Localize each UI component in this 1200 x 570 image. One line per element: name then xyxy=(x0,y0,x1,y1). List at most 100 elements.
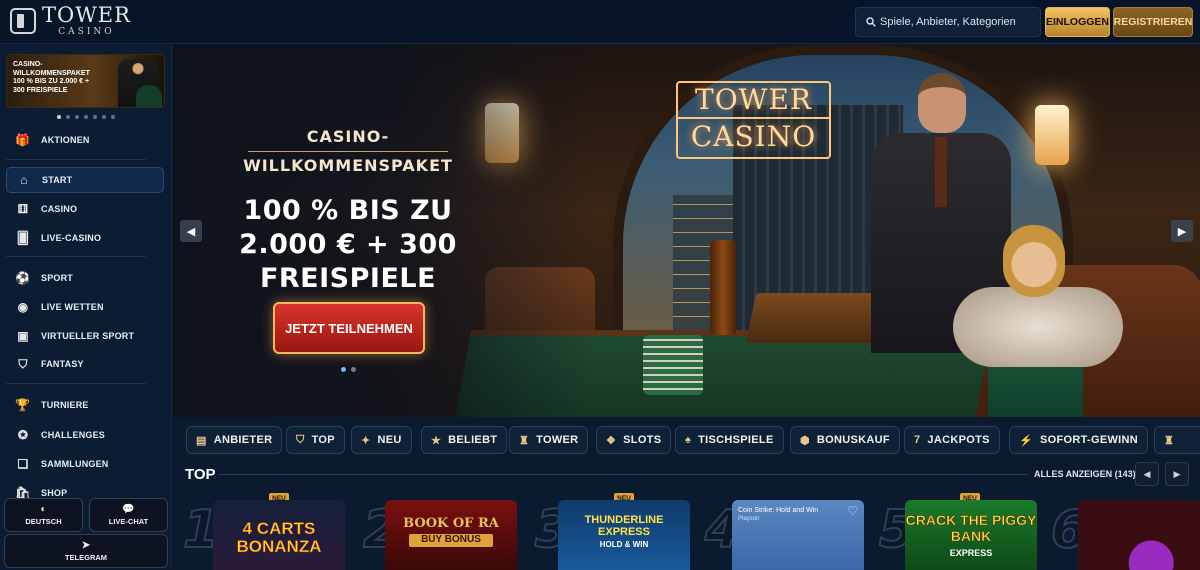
category-top[interactable]: ⛉ TOP xyxy=(286,426,345,454)
game-card[interactable] xyxy=(1078,500,1200,570)
hero-divider xyxy=(248,151,448,152)
games-prev-button[interactable]: ◀ xyxy=(1135,462,1159,486)
provider-icon: ▤ xyxy=(196,434,207,447)
trophy-icon: 🏆 xyxy=(15,398,31,412)
category-slots[interactable]: ❖ SLOTS xyxy=(596,426,672,454)
sidebar-item-start[interactable]: ⌂ START xyxy=(6,167,164,193)
sidebar-item-sammlungen[interactable]: ❏ SAMMLUNGEN xyxy=(6,451,164,477)
category-label: SLOTS xyxy=(623,434,662,446)
promo-dot[interactable] xyxy=(93,115,97,119)
sidebar-promo-banner[interactable]: CASINO-WILLKOMMENSPAKET 100 % BIS ZU 2.0… xyxy=(6,54,165,108)
game-card[interactable]: CRACK THE PIGGY BANK EXPRESS xyxy=(905,500,1037,570)
hero-kicker-line2: WILLKOMMENSPAKET xyxy=(243,156,453,175)
register-button[interactable]: REGISTRIEREN xyxy=(1113,7,1193,37)
sidebar-item-casino[interactable]: ⚅ CASINO xyxy=(6,196,164,222)
logo[interactable]: TOWER CASINO xyxy=(10,4,131,38)
hero-neon-sign: TOWER CASINO xyxy=(676,81,831,159)
category-more[interactable]: ♜ xyxy=(1154,426,1200,454)
language-label: DEUTSCH xyxy=(25,517,62,526)
category-bonuskauf[interactable]: ⬢ BONUSKAUF xyxy=(790,426,900,454)
promo-dot[interactable] xyxy=(66,115,70,119)
game-card[interactable]: THUNDERLINE EXPRESS HOLD & WIN xyxy=(558,500,690,570)
category-label: TISCHSPIELE xyxy=(698,434,774,446)
sidebar-item-label: AKTIONEN xyxy=(41,135,90,145)
promo-dot[interactable] xyxy=(75,115,79,119)
hero-headline-line2: 2.000 € + 300 xyxy=(239,229,457,260)
category-tower[interactable]: ♜ TOWER xyxy=(509,426,589,454)
category-bar: ▤ ANBIETER ⛉ TOP ✦ NEU ★ BELIEBT ♜ TOWER ❖ SLO… xyxy=(173,419,1200,463)
game-provider: Playson xyxy=(738,516,760,522)
sidebar-item-live-wetten[interactable]: ◉ LIVE WETTEN xyxy=(6,294,164,320)
language-button[interactable]: ◐ DEUTSCH xyxy=(4,498,83,532)
game-title: 4 CARTS BONANZA xyxy=(236,519,322,556)
hero-next-button[interactable]: ▶ xyxy=(1171,220,1193,242)
sidebar-divider xyxy=(6,256,146,257)
hero-bottle xyxy=(710,240,736,335)
sidebar-item-label: SPORT xyxy=(41,273,74,283)
category-sofort-gewinn[interactable]: ⚡ SOFORT-GEWINN xyxy=(1009,426,1149,454)
sidebar-item-label: VIRTUELLER SPORT xyxy=(41,331,135,341)
hero-sign-line2: CASINO xyxy=(678,117,829,155)
search-icon xyxy=(866,17,876,27)
show-all-link[interactable]: ALLES ANZEIGEN (143) xyxy=(1034,469,1136,479)
cards-icon: 🂠 xyxy=(16,231,30,245)
hero-dot[interactable] xyxy=(351,367,356,372)
telegram-button[interactable]: ➤ TELEGRAM xyxy=(4,534,168,568)
promo-dot[interactable] xyxy=(111,115,115,119)
category-anbieter[interactable]: ▤ ANBIETER xyxy=(186,426,283,454)
search-input[interactable] xyxy=(880,16,1040,28)
telegram-label: TELEGRAM xyxy=(64,553,108,562)
collection-icon: ❏ xyxy=(17,457,29,471)
top-games-row: 1 NEU 4 CARTS BONANZA 2 BOOK OF RA BUY B… xyxy=(173,490,1200,570)
game-title: BOOK OF RA xyxy=(403,516,499,531)
category-jackpots[interactable]: 7 JACKPOTS xyxy=(904,426,1000,454)
tower-icon: ♜ xyxy=(519,434,530,447)
hero-sign-line1: TOWER xyxy=(695,83,812,116)
promo-dot[interactable] xyxy=(84,115,88,119)
promo-pagination xyxy=(0,115,172,119)
search-box[interactable] xyxy=(855,7,1041,37)
game-title: CRACK THE PIGGY BANK xyxy=(905,512,1037,545)
category-tischspiele[interactable]: ♠ TISCHSPIELE xyxy=(675,426,784,454)
live-chat-button[interactable]: 💬 LIVE-CHAT xyxy=(89,498,168,532)
promo-dot[interactable] xyxy=(102,115,106,119)
login-button[interactable]: EINLOGGEN xyxy=(1045,7,1110,37)
games-next-button[interactable]: ▶ xyxy=(1165,462,1189,486)
category-beliebt[interactable]: ★ BELIEBT xyxy=(421,426,508,454)
section-title: TOP xyxy=(185,466,216,483)
ball-icon: ⚽ xyxy=(15,271,31,285)
sidebar-item-challenges[interactable]: ✪ CHALLENGES xyxy=(6,422,164,448)
star-icon: ★ xyxy=(431,434,442,447)
category-label: TOP xyxy=(311,434,335,446)
sidebar-item-aktionen[interactable]: 🎁 AKTIONEN xyxy=(6,127,164,153)
favorite-icon[interactable]: ♡ xyxy=(847,504,858,518)
category-label: BONUSKAUF xyxy=(816,434,890,446)
category-neu[interactable]: ✦ NEU xyxy=(351,426,412,454)
hero-cta-button[interactable]: JETZT TEILNEHMEN xyxy=(273,302,425,354)
game-card[interactable]: Coin Strike: Hold and Win Playson ♡ xyxy=(732,500,864,570)
game-title: THUNDERLINE EXPRESS xyxy=(584,514,664,538)
top-icon: ⛉ xyxy=(296,433,305,446)
hero-dot[interactable] xyxy=(341,367,346,372)
sidebar-item-virtueller-sport[interactable]: ▣ VIRTUELLER SPORT xyxy=(6,323,164,349)
category-label: SOFORT-GEWINN xyxy=(1040,434,1139,446)
hero-banner[interactable]: TOWER CASINO CASINO- WILLKOMMENSPAKET 10… xyxy=(173,45,1200,417)
hero-prev-button[interactable]: ◀ xyxy=(180,220,202,242)
sidebar-item-fantasy[interactable]: ⛉ FANTASY xyxy=(6,351,164,377)
category-label: BELIEBT xyxy=(448,434,498,446)
sidebar-item-label: LIVE-CASINO xyxy=(41,233,102,243)
game-card[interactable]: 4 CARTS BONANZA xyxy=(213,500,345,570)
promo-dot[interactable] xyxy=(57,115,61,119)
game-card[interactable]: BOOK OF RA BUY BONUS xyxy=(385,500,517,570)
category-label: TOWER xyxy=(536,434,579,446)
jackpot-icon: 7 xyxy=(914,434,921,446)
hero-woman-figure xyxy=(943,225,1133,417)
dice-icon: ⚅ xyxy=(17,202,29,216)
gift-icon: 🎁 xyxy=(15,133,31,147)
sidebar-item-turniere[interactable]: 🏆 TURNIERE xyxy=(6,392,164,418)
sidebar-item-sport[interactable]: ⚽ SPORT xyxy=(6,265,164,291)
broadcast-icon: ◉ xyxy=(17,300,29,314)
sidebar-item-label: SHOP xyxy=(41,488,68,498)
game-title: Coin Strike: Hold and Win xyxy=(738,507,819,514)
sidebar-item-live-casino[interactable]: 🂠 LIVE-CASINO xyxy=(6,225,164,251)
